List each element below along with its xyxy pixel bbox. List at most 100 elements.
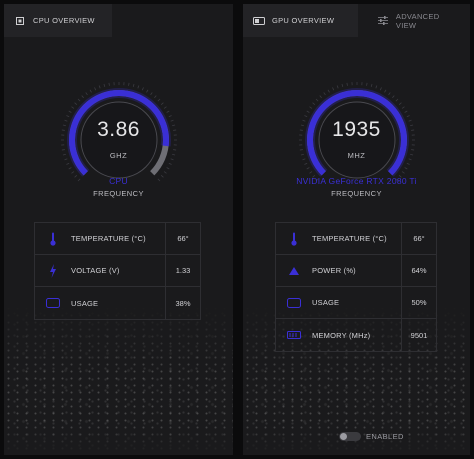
gauge-tick [160, 102, 164, 105]
stat-row-temperature: TEMPERATURE (°C) 66° [276, 223, 436, 255]
gauge-tick [65, 115, 69, 118]
gauge-tick [308, 106, 312, 109]
gauge-tick [299, 149, 303, 151]
gauge-tick [65, 162, 69, 165]
gauge-tick [322, 92, 326, 96]
gauge-tick [387, 92, 391, 96]
stat-value: 1.33 [175, 266, 191, 275]
gauge-tick [410, 149, 414, 151]
gauge-tick [165, 110, 169, 113]
usage-icon [45, 298, 61, 308]
sliders-icon [378, 16, 389, 26]
gpu-frequency-unit: MHZ [347, 151, 366, 160]
stat-row-temperature: TEMPERATURE (°C) 66° [35, 223, 200, 255]
stat-label: TEMPERATURE (°C) [312, 234, 387, 243]
gauge-tick [103, 83, 105, 87]
stat-label: VOLTAGE (V) [71, 266, 120, 275]
stat-label: USAGE [71, 298, 99, 308]
gauge-tick [401, 106, 405, 109]
gauge-tick [68, 167, 72, 170]
stat-label: USAGE [312, 298, 340, 307]
tab-gpu-overview-label: GPU OVERVIEW [272, 16, 335, 25]
stat-row-usage: USAGE 38% [35, 287, 200, 319]
thermometer-icon [45, 232, 61, 246]
gauge-tick [306, 110, 310, 113]
gauge-tick [403, 110, 407, 113]
stat-row-power: POWER (%) 64% [276, 255, 436, 287]
power-icon [286, 266, 302, 276]
lightning-icon [45, 263, 61, 278]
tab-advanced-view-label: ADVANCED VIEW [395, 11, 440, 30]
gauge-tick [315, 98, 318, 102]
gauge-tick [153, 95, 157, 99]
gpu-card-icon [253, 16, 265, 26]
usage-icon [286, 297, 302, 308]
gauge-tick [145, 89, 148, 93]
gauge-tick [341, 83, 343, 87]
background-texture [4, 305, 233, 455]
gauge-tick [127, 82, 129, 86]
stat-row-voltage: VOLTAGE (V) 1.33 [35, 255, 200, 287]
gauge-tick [383, 89, 386, 93]
stat-label-cell: POWER (%) [276, 255, 402, 286]
gauge-tick [395, 98, 398, 102]
gauge-tick [89, 89, 92, 93]
stat-label: TEMPERATURE (°C) [71, 234, 146, 243]
stat-label-cell: USAGE [35, 287, 166, 319]
stat-label-cell: VOLTAGE (V) [35, 255, 166, 286]
stat-label-cell: TEMPERATURE (°C) [35, 223, 166, 254]
toggle-label: ENABLED [366, 432, 404, 441]
gauge-tick [168, 162, 172, 165]
memory-icon [286, 330, 302, 340]
stat-row-memory: MEMORY (MHz) 9501 [276, 319, 436, 351]
gauge-tick [365, 82, 367, 86]
toggle-switch[interactable] [339, 432, 361, 441]
gpu-panel: GPU OVERVIEW ADVANCED VIEW 1935 MHZ NVID… [243, 4, 470, 455]
gauge-tick [61, 149, 65, 151]
gauge-tick [331, 87, 334, 91]
gauge-tick [370, 83, 372, 87]
stat-value: 66° [177, 234, 189, 243]
cpu-frequency-value: 3.86 [97, 118, 140, 141]
stat-label: MEMORY (MHz) [312, 330, 371, 340]
gauge-tick [168, 115, 172, 118]
gauge-tick [406, 162, 410, 165]
gpu-tabbar: GPU OVERVIEW ADVANCED VIEW [243, 4, 470, 37]
cpu-frequency-label: FREQUENCY [93, 189, 144, 198]
cpu-tabbar: CPU OVERVIEW [4, 4, 233, 37]
gpu-device-name: NVIDIA GeForce RTX 2080 Ti [296, 176, 417, 186]
gauge-tick [346, 82, 348, 86]
gauge-tick [327, 89, 330, 93]
gauge-tick [303, 115, 307, 118]
gauge-tick [68, 110, 72, 113]
tab-gpu-overview[interactable]: GPU OVERVIEW [243, 4, 358, 37]
gauge-tick [374, 85, 377, 89]
gauge-tick [318, 95, 322, 99]
gpu-stats-table: TEMPERATURE (°C) 66° POWER (%) 64% USAGE… [275, 222, 437, 352]
gauge-tick [98, 85, 101, 89]
gauge-tick [403, 167, 407, 170]
stat-label: POWER (%) [312, 266, 356, 275]
stat-label-cell: USAGE [276, 287, 402, 318]
stat-value: 64% [411, 266, 427, 275]
gauge-tick [163, 106, 167, 109]
tab-cpu-overview[interactable]: CPU OVERVIEW [4, 4, 112, 37]
gauge-tick [157, 98, 160, 102]
gauge-tick [163, 171, 167, 174]
gauge-tick [406, 115, 410, 118]
gauge-tick [311, 102, 315, 105]
gauge-tick [165, 167, 169, 170]
stat-label-cell: MEMORY (MHz) [276, 319, 402, 351]
gauge-tick [93, 87, 96, 91]
enabled-toggle[interactable]: ENABLED [339, 432, 404, 441]
gauge-tick [149, 92, 153, 96]
gauge-tick [308, 171, 312, 174]
stat-value: 50% [411, 298, 427, 307]
tab-cpu-overview-label: CPU OVERVIEW [33, 16, 95, 25]
gauge-tick [141, 87, 144, 91]
tab-advanced-view[interactable]: ADVANCED VIEW [358, 4, 470, 37]
gauge-tick [303, 162, 307, 165]
thermometer-icon [286, 232, 302, 246]
gauge-tick [70, 171, 74, 174]
gauge-tick [84, 92, 88, 96]
